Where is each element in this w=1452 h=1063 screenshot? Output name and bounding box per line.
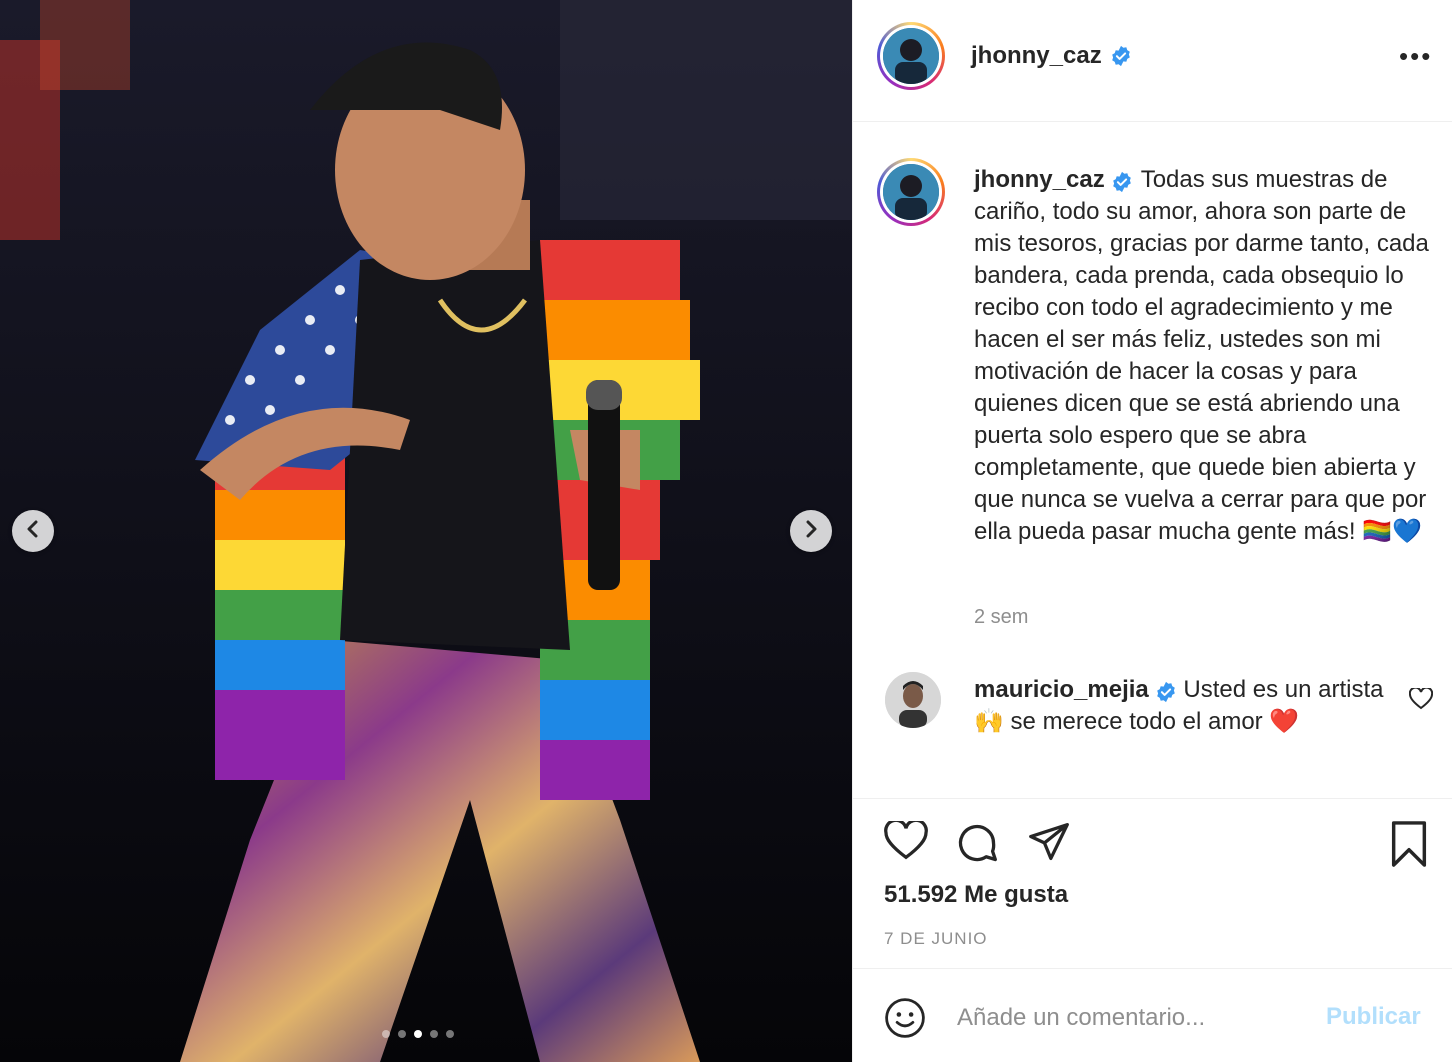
bookmark-icon xyxy=(1389,821,1429,871)
more-options-button[interactable]: ••• xyxy=(1399,43,1432,69)
heart-icon xyxy=(1408,686,1434,714)
publish-button[interactable]: Publicar xyxy=(1326,1003,1421,1031)
carousel-indicator xyxy=(382,1030,454,1038)
caption-username[interactable]: jhonny_caz xyxy=(974,166,1105,193)
like-count[interactable]: 51.592 Me gusta xyxy=(884,881,1068,909)
emoji-picker-button[interactable] xyxy=(884,997,926,1044)
save-button[interactable] xyxy=(1389,821,1429,872)
paper-plane-icon xyxy=(1027,823,1071,867)
carousel-dot xyxy=(446,1030,454,1038)
post-date[interactable]: 7 DE JUNIO xyxy=(884,929,988,949)
caption-author-avatar[interactable] xyxy=(877,158,945,226)
post-side-panel: jhonny_caz ••• jhonny_caz Todas sus muest… xyxy=(852,0,1452,1062)
previous-image-button[interactable] xyxy=(12,510,54,552)
carousel-dot xyxy=(430,1030,438,1038)
comment-button[interactable] xyxy=(955,821,999,870)
caption-timestamp[interactable]: 2 sem xyxy=(974,606,1028,629)
caption-body: jhonny_caz Todas sus muestras de cariño, … xyxy=(974,164,1444,548)
author-avatar[interactable] xyxy=(877,22,945,90)
heart-icon xyxy=(884,818,928,865)
chevron-left-icon xyxy=(24,520,42,543)
verified-badge-icon xyxy=(1111,170,1133,192)
comment-body: mauricio_mejia Usted es un artista 🙌 se … xyxy=(974,674,1394,738)
media-viewer xyxy=(0,0,852,1062)
share-button[interactable] xyxy=(1027,821,1071,868)
carousel-dot xyxy=(398,1030,406,1038)
comment-username[interactable]: mauricio_mejia xyxy=(974,676,1149,703)
caption-text: Todas sus muestras de cariño, todo su am… xyxy=(974,166,1429,545)
post-modal: jhonny_caz ••• jhonny_caz Todas sus muest… xyxy=(0,0,1452,1062)
like-button[interactable] xyxy=(884,818,928,866)
post-header: jhonny_caz ••• xyxy=(853,0,1452,122)
ellipsis-icon: ••• xyxy=(1399,41,1433,71)
post-actions: 51.592 Me gusta 7 DE JUNIO xyxy=(853,798,1452,969)
next-image-button[interactable] xyxy=(790,510,832,552)
concert-photo xyxy=(0,0,852,1062)
chevron-right-icon xyxy=(802,520,820,543)
author-username-row: jhonny_caz xyxy=(971,42,1132,70)
comment-input[interactable] xyxy=(955,999,1319,1037)
carousel-dot xyxy=(382,1030,390,1038)
commenter-avatar[interactable] xyxy=(885,672,941,728)
carousel-dot-active xyxy=(414,1030,422,1038)
comment-bubble-icon xyxy=(955,824,999,869)
like-comment-button[interactable] xyxy=(1408,686,1434,715)
author-username[interactable]: jhonny_caz xyxy=(971,42,1102,70)
verified-badge-icon xyxy=(1110,45,1132,67)
verified-badge-icon xyxy=(1155,680,1177,702)
smiley-icon xyxy=(884,998,926,1043)
add-comment-bar: Publicar xyxy=(853,968,1452,1063)
